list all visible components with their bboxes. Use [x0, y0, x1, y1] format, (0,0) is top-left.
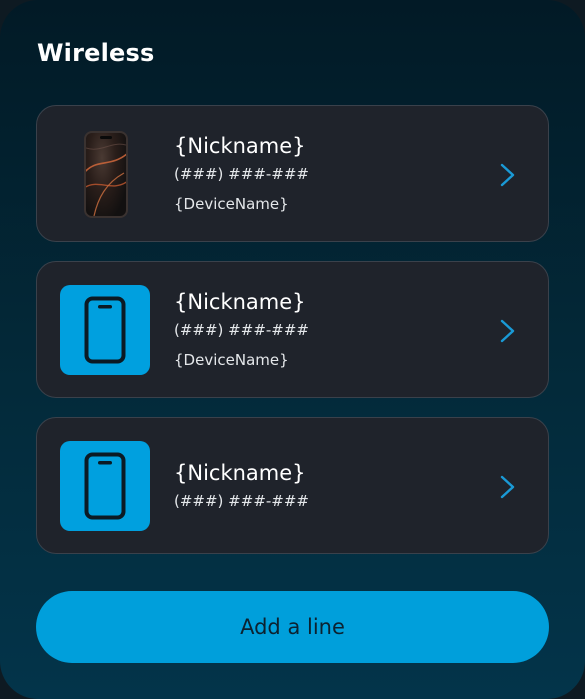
line-device-name: {DeviceName} [174, 195, 289, 213]
line-phone-number: (###) ###-### [174, 321, 309, 339]
add-line-button[interactable]: Add a line [36, 591, 549, 663]
chevron-right-icon [500, 163, 515, 187]
chevron-right-icon [500, 475, 515, 499]
line-phone-number: (###) ###-### [174, 165, 309, 183]
line-nickname: {Nickname} [174, 290, 306, 314]
line-nickname: {Nickname} [174, 461, 306, 485]
device-photo [84, 131, 128, 218]
smartphone-icon [84, 296, 126, 364]
line-card[interactable]: {Nickname} (###) ###-### [36, 417, 549, 554]
line-card[interactable]: {Nickname} (###) ###-### {DeviceName} [36, 105, 549, 242]
smartphone-icon [84, 452, 126, 520]
device-thumbnail [60, 285, 150, 375]
wireless-panel: Wireless {Nickname} (###) ###-### {Devic… [0, 0, 585, 699]
chevron-right-icon [500, 319, 515, 343]
line-phone-number: (###) ###-### [174, 492, 309, 510]
line-card[interactable]: {Nickname} (###) ###-### {DeviceName} [36, 261, 549, 398]
section-title: Wireless [37, 39, 155, 67]
device-thumbnail [60, 441, 150, 531]
line-device-name: {DeviceName} [174, 351, 289, 369]
line-nickname: {Nickname} [174, 134, 306, 158]
